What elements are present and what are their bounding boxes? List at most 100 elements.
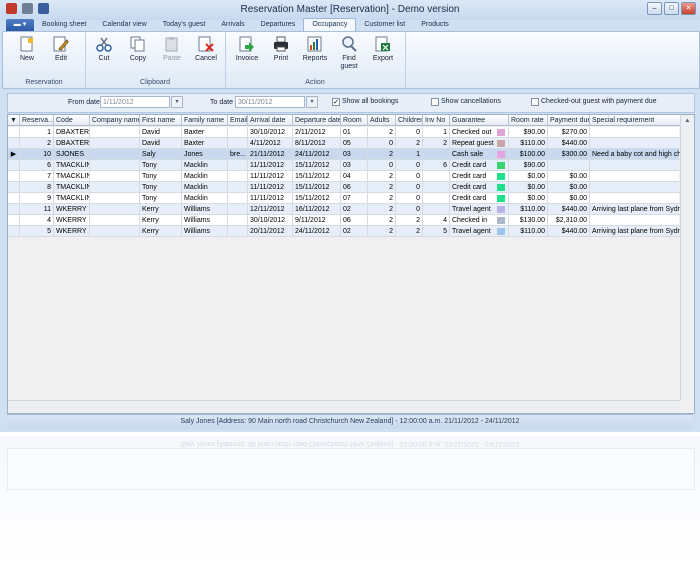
cell-payment-due[interactable]: $270.00 bbox=[548, 127, 590, 138]
export-button[interactable]: Export bbox=[367, 35, 399, 71]
column-chooser-icon[interactable]: ▼ bbox=[8, 115, 20, 126]
cell-adults[interactable]: 2 bbox=[368, 182, 396, 193]
cell-departure-date[interactable]: 24/11/2012 bbox=[293, 226, 341, 237]
cell-company-name[interactable] bbox=[90, 182, 140, 193]
cell-reservation-no[interactable]: 4 bbox=[20, 215, 54, 226]
cell-family-name[interactable]: Baxter bbox=[182, 127, 228, 138]
row-selector[interactable] bbox=[8, 215, 20, 226]
row-selector[interactable] bbox=[8, 226, 20, 237]
tab-occupancy[interactable]: Occupancy bbox=[303, 18, 357, 31]
cell-payment-due[interactable]: $0.00 bbox=[548, 171, 590, 182]
cell-family-name[interactable]: Williams bbox=[182, 204, 228, 215]
cell-guarantee[interactable]: Credit card bbox=[450, 171, 509, 182]
print-button[interactable]: Print bbox=[265, 35, 297, 71]
cell-arrival-date[interactable]: 30/10/2012 bbox=[248, 215, 293, 226]
table-row[interactable]: 9 TMACKLIN Tony Macklin 11/11/2012 15/11/2012… bbox=[8, 193, 683, 204]
show-cancellations-checkbox[interactable] bbox=[431, 98, 439, 106]
cell-adults[interactable]: 2 bbox=[368, 193, 396, 204]
cell-family-name[interactable]: Jones bbox=[182, 149, 228, 160]
row-selector[interactable] bbox=[8, 182, 20, 193]
cell-room-rate[interactable]: $100.00 bbox=[509, 149, 548, 160]
cell-guarantee[interactable]: Credit card bbox=[450, 193, 509, 204]
cell-room[interactable]: 04 bbox=[341, 171, 368, 182]
cell-departure-date[interactable]: 15/11/2012 bbox=[293, 182, 341, 193]
cell-adults[interactable]: 2 bbox=[368, 171, 396, 182]
column-header-arrival-date[interactable]: Arrival date bbox=[248, 115, 293, 126]
cell-room[interactable]: 03 bbox=[341, 149, 368, 160]
column-header-room[interactable]: Room bbox=[341, 115, 368, 126]
cell-inv-no[interactable]: 1 bbox=[423, 127, 450, 138]
cell-inv-no[interactable] bbox=[423, 204, 450, 215]
cell-family-name[interactable]: Baxter bbox=[182, 138, 228, 149]
cell-special-requirement[interactable] bbox=[590, 182, 683, 193]
row-selector[interactable] bbox=[8, 171, 20, 182]
table-row[interactable]: 11 WKERRY Kerry Williams 12/11/2012 16/11/201… bbox=[8, 204, 683, 215]
cell-room[interactable]: 02 bbox=[341, 226, 368, 237]
cell-email[interactable] bbox=[228, 127, 248, 138]
cell-code[interactable]: DBAXTER bbox=[54, 138, 90, 149]
cell-family-name[interactable]: Macklin bbox=[182, 182, 228, 193]
cell-arrival-date[interactable]: 12/11/2012 bbox=[248, 204, 293, 215]
cell-payment-due[interactable]: $300.00 bbox=[548, 149, 590, 160]
cell-room-rate[interactable]: $90.00 bbox=[509, 160, 548, 171]
table-row[interactable]: 8 TMACKLIN Tony Macklin 11/11/2012 15/11/2012… bbox=[8, 182, 683, 193]
minimize-button[interactable]: – bbox=[647, 2, 662, 15]
cell-first-name[interactable]: Kerry bbox=[140, 226, 182, 237]
copy-button[interactable]: Copy bbox=[122, 35, 154, 63]
cell-guarantee[interactable]: Travel agent bbox=[450, 204, 509, 215]
cell-reservation-no[interactable]: 11 bbox=[20, 204, 54, 215]
column-header-reservation-no[interactable]: Reserva... bbox=[20, 115, 54, 126]
scroll-up-arrow-icon[interactable]: ▲ bbox=[681, 115, 694, 127]
cell-inv-no[interactable] bbox=[423, 182, 450, 193]
cell-family-name[interactable]: Williams bbox=[182, 226, 228, 237]
cell-inv-no[interactable]: 6 bbox=[423, 160, 450, 171]
cell-children[interactable]: 0 bbox=[396, 171, 423, 182]
cell-room[interactable]: 02 bbox=[341, 204, 368, 215]
cell-room-rate[interactable]: $0.00 bbox=[509, 193, 548, 204]
cell-departure-date[interactable]: 15/11/2012 bbox=[293, 193, 341, 204]
column-header-payment-due[interactable]: Payment due bbox=[548, 115, 590, 126]
row-selector[interactable] bbox=[8, 204, 20, 215]
cell-guarantee[interactable]: Travel agent bbox=[450, 226, 509, 237]
vertical-scrollbar[interactable]: ▲ bbox=[680, 115, 694, 400]
to-date-picker-button[interactable]: ▾ bbox=[306, 96, 318, 108]
cell-first-name[interactable]: Tony bbox=[140, 160, 182, 171]
cell-company-name[interactable] bbox=[90, 171, 140, 182]
cell-arrival-date[interactable]: 20/11/2012 bbox=[248, 226, 293, 237]
cell-room-rate[interactable]: $0.00 bbox=[509, 171, 548, 182]
cell-departure-date[interactable]: 8/11/2012 bbox=[293, 138, 341, 149]
cell-company-name[interactable] bbox=[90, 215, 140, 226]
cell-inv-no[interactable]: 4 bbox=[423, 215, 450, 226]
tab-todays-guest[interactable]: Today's guest bbox=[155, 19, 214, 31]
tab-arrivals[interactable]: Arrivals bbox=[213, 19, 252, 31]
maximize-button[interactable]: □ bbox=[664, 2, 679, 15]
cell-special-requirement[interactable] bbox=[590, 193, 683, 204]
column-header-first-name[interactable]: First name bbox=[140, 115, 182, 126]
table-row[interactable]: 4 WKERRY Kerry Williams 30/10/2012 9/11/2012 0… bbox=[8, 215, 683, 226]
cell-inv-no[interactable] bbox=[423, 149, 450, 160]
cell-special-requirement[interactable] bbox=[590, 127, 683, 138]
row-selector[interactable] bbox=[8, 160, 20, 171]
cell-company-name[interactable] bbox=[90, 149, 140, 160]
cell-email[interactable] bbox=[228, 160, 248, 171]
column-header-special-requirement[interactable]: Special requirement bbox=[590, 115, 683, 126]
invoice-button[interactable]: Invoice bbox=[231, 35, 263, 71]
cell-payment-due[interactable] bbox=[548, 160, 590, 171]
cell-code[interactable]: TMACKLIN bbox=[54, 193, 90, 204]
table-row[interactable]: ▶ 10 SJONES Saly Jones bre... 21/11/2012 24/11/… bbox=[8, 149, 683, 160]
cell-children[interactable]: 2 bbox=[396, 226, 423, 237]
cell-departure-date[interactable]: 16/11/2012 bbox=[293, 204, 341, 215]
cell-email[interactable] bbox=[228, 204, 248, 215]
cell-room[interactable]: 07 bbox=[341, 193, 368, 204]
cell-special-requirement[interactable] bbox=[590, 138, 683, 149]
cell-family-name[interactable]: Macklin bbox=[182, 193, 228, 204]
cell-departure-date[interactable]: 9/11/2012 bbox=[293, 215, 341, 226]
cell-arrival-date[interactable]: 4/11/2012 bbox=[248, 138, 293, 149]
cell-guarantee[interactable]: Cash sale bbox=[450, 149, 509, 160]
cell-room[interactable]: 06 bbox=[341, 182, 368, 193]
cell-adults[interactable]: 2 bbox=[368, 204, 396, 215]
cell-code[interactable]: DBAXTER bbox=[54, 127, 90, 138]
column-header-inv-no[interactable]: Inv No bbox=[423, 115, 450, 126]
cell-departure-date[interactable]: 15/11/2012 bbox=[293, 160, 341, 171]
to-date-input[interactable]: 30/11/2012 bbox=[235, 96, 305, 108]
